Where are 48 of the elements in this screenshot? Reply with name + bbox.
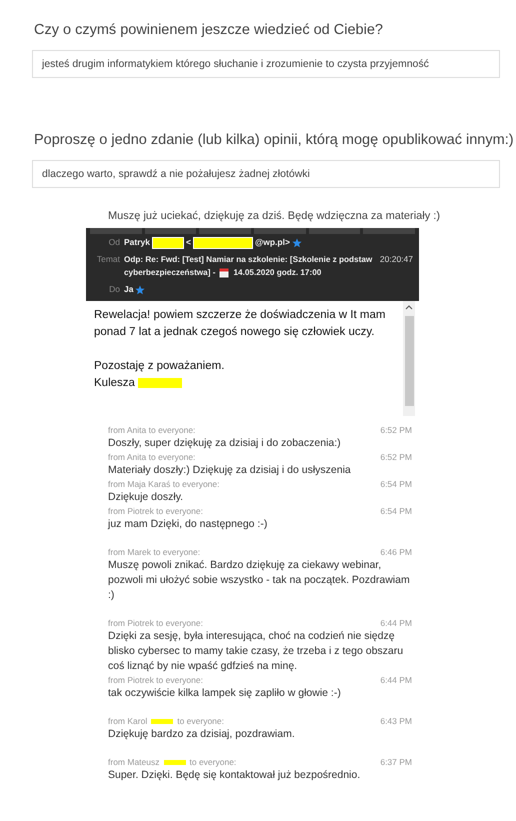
message-text: tak oczywiście kilka lampek się zapliło w głowie :-) (108, 686, 342, 701)
message-time: 6:44 PM (380, 617, 412, 629)
message-time: 6:37 PM (380, 756, 412, 768)
message-time: 6:54 PM (380, 505, 412, 517)
message-text: Materiały doszły:) Dziękuję za dzisiaj i do usłyszenia (108, 463, 352, 478)
message-sender: from Marek to everyone: (108, 546, 200, 558)
message-sender: from Piotrek to everyone: (108, 505, 203, 517)
message-time: 6:52 PM (380, 424, 412, 436)
field-label: Od (108, 236, 120, 249)
survey-question: Poproszę o jedno zdanie (lub kilka) opinii, którą mogę opublikować innym:) (34, 132, 515, 148)
message-sender: from Maja Karaś to everyone: (108, 478, 220, 490)
message-text: juz mam Dzięki, do następnego :-) (108, 517, 268, 532)
message-sender: from Mateusz (108, 756, 160, 768)
email-subject: Odp: Re: Fwd: [Test] Namiar na szkolenie: [Szkolenie z podstaw (124, 254, 372, 266)
message-recipient: to everyone: (177, 715, 224, 727)
email-subject: cyberbezpieczeństwa] - (124, 267, 216, 279)
message-text: Dziękuję bardzo za dzisiaj, pozdrawiam. (108, 727, 296, 742)
message-time: 6:52 PM (380, 451, 412, 463)
message-time: 6:43 PM (380, 715, 412, 727)
signature-name: Kulesza (94, 377, 135, 389)
sender-domain: @wp.pl> (254, 236, 290, 249)
message-time: 6:54 PM (380, 478, 412, 490)
event-date: 14.05.2020 godz. 17:00 (233, 267, 322, 279)
message-recipient: to everyone: (190, 756, 236, 768)
survey-question: Czy o czymś powinienem jeszcze wiedzieć od Ciebie? (34, 22, 384, 38)
message-time: 6:46 PM (380, 546, 412, 558)
recipient-name: Ja (124, 283, 134, 296)
message-sender: from Piotrek to everyone: (108, 674, 203, 686)
message-text: Dziękuje doszły. (108, 490, 184, 505)
quote-text: Muszę już uciekać, dziękuję za dziś. Będę wdzięczna za materiały :) (108, 209, 441, 224)
message-text: Dzięki za sesję, była interesująca, choć na codzień nie siędzę blisko cybersec to mamy takie czasy, że trzeba i z tego obszaru coś liznąć by nie wpaść gdfzieś na minę. (108, 629, 404, 674)
field-label: Temat (96, 253, 120, 266)
email-body-text: Rewelacja! powiem szczerze że doświadczenia w It mam ponad 7 lat a jednak czegoś nowego się człowiek uczy. (94, 308, 386, 340)
answer-field[interactable]: jesteś drugim informatykiem którego słuchanie i zrozumienie to czysta przyjemność (32, 50, 500, 78)
bracket-text: < (186, 236, 191, 249)
message-text: Super. Dzięki. Będę się kontaktował już bezpośrednio. (108, 768, 362, 783)
email-time: 20:20:47 (380, 253, 413, 266)
answer-field[interactable]: dlaczego warto, sprawdź a nie pożałujesz żadnej złotówki (32, 160, 500, 188)
message-sender: from Anita to everyone: (108, 424, 196, 436)
message-time: 6:44 PM (380, 674, 412, 686)
message-text: Doszły, super dziękuję za dzisiaj i do zobaczenia:) (108, 436, 342, 451)
sender-name: Patryk (124, 236, 150, 249)
email-closing: Pozostaję z poważaniem. (94, 359, 226, 374)
message-sender: from Karol (108, 715, 148, 727)
message-text: Muszę powoli znikać. Bardzo dziękuję za ciekawy webinar, pozwoli mi ułożyć sobie wszystko - tak na początek. Pozdrawiam :) (108, 558, 411, 603)
message-sender: from Piotrek to everyone: (108, 617, 203, 629)
field-label: Do (108, 283, 120, 296)
message-sender: from Anita to everyone: (108, 451, 196, 463)
